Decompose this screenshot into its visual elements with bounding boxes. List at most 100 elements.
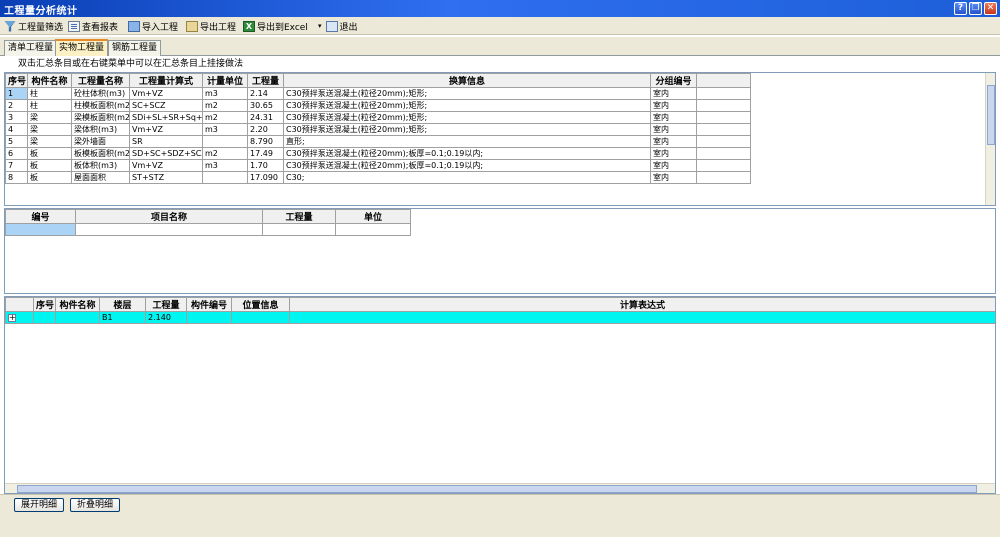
column-header[interactable]: 计量单位 <box>202 73 248 88</box>
table-cell[interactable]: m3 <box>202 159 248 172</box>
table-cell[interactable]: Vm+VZ <box>129 123 203 136</box>
table-cell[interactable]: 30.65 <box>247 99 284 112</box>
column-header[interactable]: 分组编号 <box>650 73 697 88</box>
table-cell[interactable]: 1 <box>5 87 28 100</box>
table-cell[interactable]: m3 <box>202 87 248 100</box>
table-cell[interactable]: C30预拌泵送混凝土(粒径20mm);矩形; <box>283 123 651 136</box>
column-header[interactable]: 工程量 <box>145 297 187 312</box>
table-cell[interactable]: m2 <box>202 111 248 124</box>
table-cell[interactable]: 柱 <box>27 87 72 100</box>
table-cell[interactable]: 4 <box>5 123 28 136</box>
table-cell[interactable]: SC+SCZ <box>129 99 203 112</box>
table-cell[interactable]: 室内 <box>650 87 697 100</box>
table-cell[interactable]: 17.090 <box>247 171 284 184</box>
table-cell[interactable]: 1.70 <box>247 159 284 172</box>
table-cell[interactable]: C30预拌泵送混凝土(粒径20mm);矩形; <box>283 87 651 100</box>
table-row[interactable]: 6 板板模板面积(m2) SD+SC+SDZ+SCZ m2 17.49 C30预拌泵送混凝… <box>5 147 751 160</box>
column-header[interactable]: 工程量计算式 <box>129 73 203 88</box>
column-header[interactable]: 换算信息 <box>283 73 651 88</box>
table-cell[interactable]: 室内 <box>650 159 697 172</box>
column-header[interactable]: 位置信息 <box>231 297 290 312</box>
table-cell[interactable]: 7 <box>5 159 28 172</box>
table-cell[interactable]: 梁外墙面 <box>71 135 130 148</box>
table-cell[interactable]: C30; <box>283 171 651 184</box>
item-quantity-cell[interactable] <box>262 223 336 236</box>
table-cell[interactable]: 2 <box>5 99 28 112</box>
expand-details-button[interactable]: 展开明细 <box>14 498 65 512</box>
table-cell[interactable]: SDi+SL+SR+Sq+Sz+SCZ <box>129 111 203 124</box>
table-row[interactable]: 7 板板体积(m3) Vm+VZ m3 1.70 C30预拌泵送混凝土(粒径20mm);板… <box>5 159 751 172</box>
column-header[interactable]: 计算表达式 <box>289 297 995 312</box>
table-cell[interactable]: 直形; <box>283 135 651 148</box>
column-header[interactable]: 编号 <box>5 209 76 224</box>
table-row[interactable]: 5 梁梁外墙面 SR 8.790 直形; 室内 <box>5 135 751 148</box>
table-cell[interactable]: C30预拌泵送混凝土(粒径20mm);板厚=0.1;0.19以内; <box>283 147 651 160</box>
table-cell[interactable]: SD+SC+SDZ+SCZ <box>129 147 203 160</box>
detail-hscroll[interactable] <box>5 483 995 493</box>
table-row[interactable] <box>5 223 411 236</box>
table-cell[interactable] <box>55 311 100 324</box>
table-cell[interactable]: 室内 <box>650 111 697 124</box>
export-project-button[interactable]: 导出工程 <box>186 19 236 33</box>
table-cell[interactable] <box>202 171 248 184</box>
expand-plus-icon[interactable]: + <box>8 314 16 322</box>
column-header[interactable]: 序号 <box>5 73 28 88</box>
table-cell[interactable]: 2.14 <box>247 87 284 100</box>
table-cell[interactable] <box>33 311 56 324</box>
summary-vscroll[interactable] <box>985 73 995 205</box>
table-cell[interactable]: C30预拌泵送混凝土(粒径20mm);矩形; <box>283 99 651 112</box>
column-header[interactable]: 序号 <box>33 297 56 312</box>
item-unit-cell[interactable] <box>335 223 411 236</box>
column-header[interactable]: 项目名称 <box>75 209 263 224</box>
item-code-cell[interactable] <box>5 223 76 236</box>
table-cell[interactable]: 5 <box>5 135 28 148</box>
table-cell[interactable]: 砼柱体积(m3) <box>71 87 130 100</box>
table-cell[interactable]: 屋面面积 <box>71 171 130 184</box>
table-cell[interactable]: Vm+VZ <box>129 87 203 100</box>
table-cell[interactable]: 梁体积(m3) <box>71 123 130 136</box>
table-cell[interactable]: B1 <box>99 311 146 324</box>
table-cell[interactable] <box>186 311 232 324</box>
table-cell[interactable]: 室内 <box>650 123 697 136</box>
table-cell[interactable]: 板体积(m3) <box>71 159 130 172</box>
table-cell[interactable]: 24.31 <box>247 111 284 124</box>
table-cell[interactable]: 17.49 <box>247 147 284 160</box>
table-cell[interactable]: 8.790 <box>247 135 284 148</box>
table-cell[interactable]: 板 <box>27 159 72 172</box>
table-cell[interactable]: ST+STZ <box>129 171 203 184</box>
tab-physical-quantity[interactable]: 实物工程量 <box>55 39 109 56</box>
table-row[interactable]: 4 梁梁体积(m3) Vm+VZ m3 2.20 C30预拌泵送混凝土(粒径20mm);矩… <box>5 123 751 136</box>
table-cell[interactable] <box>289 311 995 324</box>
import-project-button[interactable]: 导入工程 <box>128 19 178 33</box>
item-name-cell[interactable] <box>75 223 263 236</box>
column-header[interactable]: 构件名称 <box>27 73 72 88</box>
table-cell[interactable]: 梁 <box>27 111 72 124</box>
exit-button[interactable]: ▾ 退出 <box>318 19 358 33</box>
table-cell[interactable] <box>231 311 290 324</box>
table-cell[interactable]: m3 <box>202 123 248 136</box>
table-cell[interactable]: 8 <box>5 171 28 184</box>
column-header[interactable]: 工程量 <box>262 209 336 224</box>
column-header[interactable]: 构件名称 <box>55 297 100 312</box>
filter-button[interactable]: 工程量筛选 <box>4 19 63 33</box>
close-icon[interactable]: ✕ <box>984 2 997 15</box>
table-cell[interactable]: C30预拌泵送混凝土(粒径20mm);板厚=0.1;0.19以内; <box>283 159 651 172</box>
help-icon[interactable]: ? <box>954 2 967 15</box>
table-cell[interactable]: m2 <box>202 147 248 160</box>
table-cell[interactable]: 3 <box>5 111 28 124</box>
table-cell[interactable]: 柱模板面积(m2) <box>71 99 130 112</box>
table-cell[interactable]: 板模板面积(m2) <box>71 147 130 160</box>
table-row[interactable]: 1 柱砼柱体积(m3) Vm+VZ m3 2.14 C30预拌泵送混凝土(粒径20mm);… <box>5 87 751 100</box>
table-row[interactable]: 3梁梁模板面积(m2)SDi+SL+SR+Sq+Sz+SCZm224.31C30… <box>5 111 751 124</box>
table-cell[interactable]: 梁 <box>27 135 72 148</box>
table-cell[interactable] <box>202 135 248 148</box>
table-cell[interactable]: 梁 <box>27 123 72 136</box>
table-cell[interactable]: 6 <box>5 147 28 160</box>
table-cell[interactable]: Vm+VZ <box>129 159 203 172</box>
table-cell[interactable]: 室内 <box>650 171 697 184</box>
row-expander-cell[interactable]: + <box>5 311 34 324</box>
table-cell[interactable]: 2.20 <box>247 123 284 136</box>
tab-bill-quantity[interactable]: 清单工程量 <box>4 40 58 56</box>
table-cell[interactable]: 室内 <box>650 135 697 148</box>
table-cell[interactable]: SR <box>129 135 203 148</box>
